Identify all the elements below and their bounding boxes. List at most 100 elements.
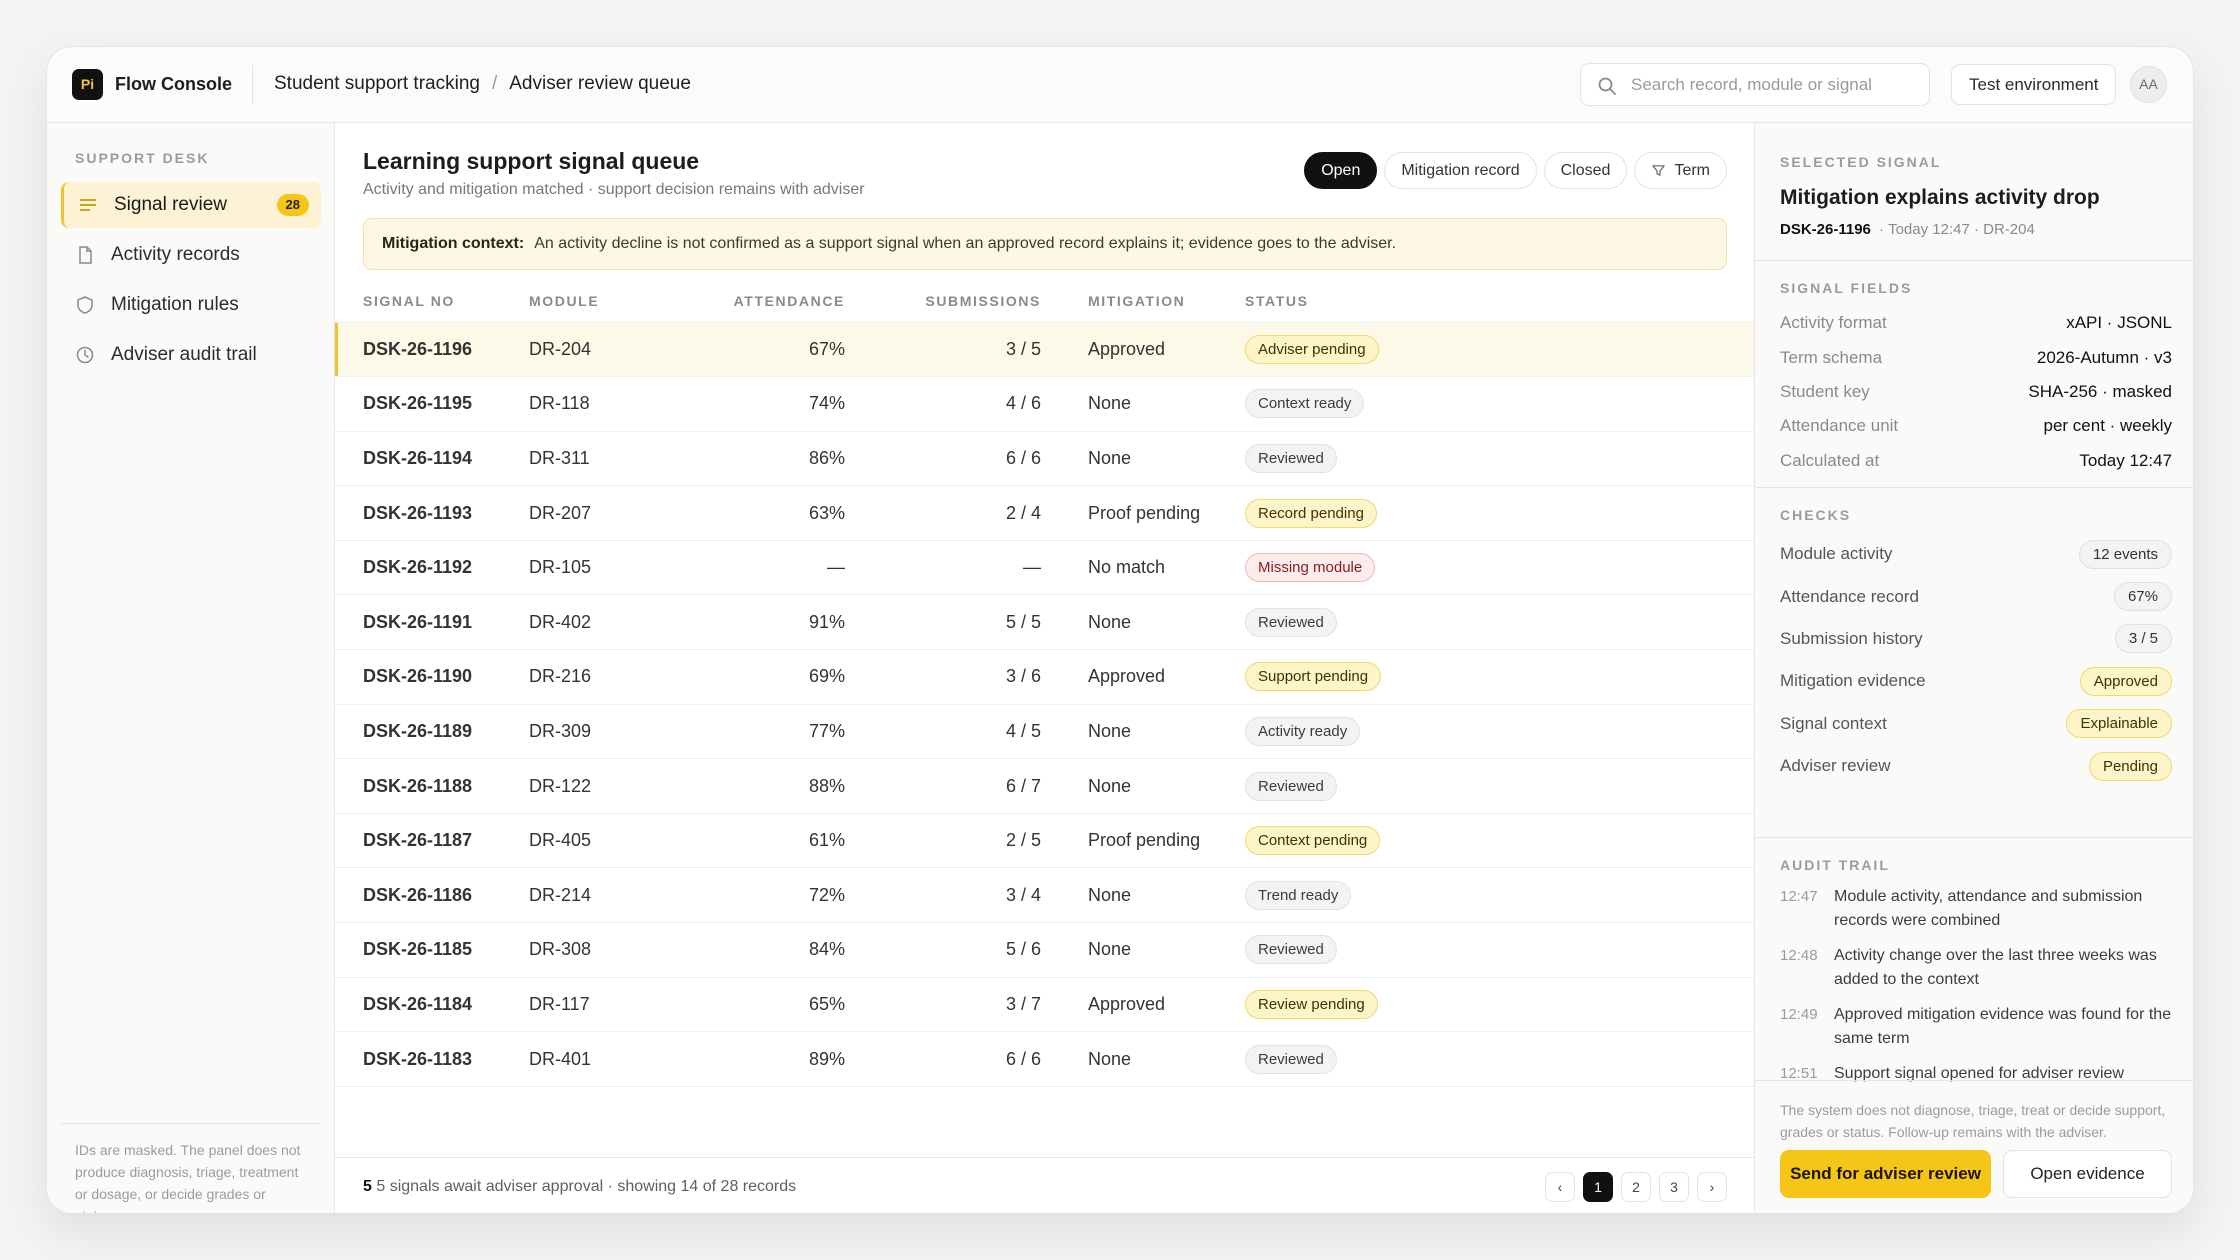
section-label: CHECKS <box>1780 507 1852 523</box>
search-input[interactable] <box>1631 64 1916 105</box>
table-row[interactable]: DSK-26-1187 DR-405 61% 2 / 5 Proof pending Co… <box>335 813 1754 869</box>
table-header: SIGNAL NO MODULE ATTENDANCE SUBMISSIONS … <box>335 281 1754 323</box>
table-row[interactable]: DSK-26-1190 DR-216 69% 3 / 6 Approved Support… <box>335 649 1754 705</box>
app-name[interactable]: Flow Console <box>115 71 232 97</box>
pending-summary: 5 5 signals await adviser approval · sho… <box>363 1175 796 1199</box>
check-label: Module activity <box>1780 544 1893 564</box>
mitigation-cell: None <box>1053 1031 1229 1087</box>
sidebar-item-label: Activity records <box>111 244 240 265</box>
status-badge: Reviewed <box>1245 443 1337 473</box>
table-row[interactable]: DSK-26-1192 DR-105— — No match Missing modul… <box>335 540 1754 596</box>
table-row[interactable]: DSK-26-1193 DR-207 63% 2 / 4 Proof pending Re… <box>335 485 1754 541</box>
table-footer: 5 5 signals await adviser approval · sho… <box>335 1157 1754 1213</box>
attendance-cell: 61% <box>709 813 881 869</box>
pending-summary-text: 5 signals await adviser approval · showi… <box>376 1178 797 1195</box>
prev-page-button[interactable]: ‹ <box>1545 1172 1575 1202</box>
submissions-cell: 4 / 5 <box>881 704 1053 760</box>
module-cell: DR-308 <box>519 922 709 978</box>
signal-fields: Activity format xAPI · JSONL Term schema 20… <box>1780 306 2172 478</box>
attendance-cell: 88% <box>709 758 881 814</box>
filter-closed[interactable]: Closed <box>1543 152 1628 189</box>
status-cell: Adviser pending <box>1229 322 1754 378</box>
attendance-cell: 91% <box>709 594 881 651</box>
table-row[interactable]: DSK-26-1195 DR-118 74% 4 / 6 None Context rea… <box>335 376 1754 432</box>
sidebar-note: IDs are masked. The panel does not produ… <box>75 1142 301 1213</box>
module-cell: DR-214 <box>519 867 709 924</box>
status-badge: Context ready <box>1245 389 1365 419</box>
status-cell: Reviewed <box>1229 594 1754 651</box>
signal-id-cell: DSK-26-1195 <box>335 376 519 432</box>
page-2-button[interactable]: 2 <box>1621 1172 1651 1202</box>
column-header[interactable]: STATUS <box>1229 281 1754 323</box>
table-row[interactable]: DSK-26-1194 DR-311 86% 6 / 6 None Reviewed <box>335 431 1754 487</box>
check-label: Submission history <box>1780 628 1923 648</box>
table-row[interactable]: DSK-26-1196 DR-204 67% 3 / 5 Approved Adviser… <box>335 322 1754 378</box>
sidebar-item-adviser-audit-trail[interactable]: Adviser audit trail <box>61 332 321 378</box>
field-row: Calculated at Today 12:47 <box>1780 444 2172 478</box>
sidebar-item-signal-review[interactable]: Signal review 28 <box>61 182 321 228</box>
check-row: Submission history 3 / 5 <box>1780 618 2172 660</box>
environment-button[interactable]: Test environment <box>1951 64 2117 105</box>
table-row[interactable]: DSK-26-1186 DR-214 72% 3 / 4 None Trend ready <box>335 867 1754 924</box>
open-evidence-button[interactable]: Open evidence <box>2003 1150 2172 1198</box>
signal-id-cell: DSK-26-1186 <box>335 867 519 924</box>
page-3-button[interactable]: 3 <box>1659 1172 1689 1202</box>
table-row[interactable]: DSK-26-1183 DR-401 89% 6 / 6 None Reviewed <box>335 1031 1754 1087</box>
signal-id-cell: DSK-26-1192 <box>335 540 519 596</box>
divider <box>1755 1080 2193 1081</box>
send-for-review-button[interactable]: Send for adviser review <box>1780 1150 1991 1198</box>
status-badge: Trend ready <box>1245 880 1352 910</box>
table-row[interactable]: DSK-26-1191 DR-402 91% 5 / 5 None Reviewed <box>335 594 1754 651</box>
filter-open[interactable]: Open <box>1304 152 1378 189</box>
column-header[interactable]: MITIGATION <box>1053 281 1229 323</box>
column-header[interactable]: MODULE <box>519 281 709 323</box>
table-row[interactable]: DSK-26-1189 DR-309 77% 4 / 5 None Activity re… <box>335 704 1754 760</box>
submissions-cell: 3 / 5 <box>881 322 1053 378</box>
breadcrumb-item[interactable]: Student support tracking <box>274 71 480 97</box>
mitigation-cell: Proof pending <box>1053 813 1229 869</box>
divider <box>1755 260 2193 261</box>
search-box[interactable] <box>1580 63 1930 106</box>
module-cell: DR-207 <box>519 485 709 541</box>
table-row[interactable]: DSK-26-1188 DR-122 88% 6 / 7 None Reviewed <box>335 758 1754 814</box>
field-value: 2026-Autumn · v3 <box>2036 347 2172 367</box>
table-row[interactable]: DSK-26-1184 DR-117 65% 3 / 7 Approved Review … <box>335 977 1754 1033</box>
status-badge: Context pending <box>1245 826 1381 856</box>
filter-chips: Open Mitigation record Closed Term <box>1304 152 1727 189</box>
clock-icon <box>76 346 94 364</box>
main-content: Learning support signal queue Activity a… <box>335 123 1754 1213</box>
page-1-button[interactable]: 1 <box>1583 1172 1613 1202</box>
shield-icon <box>77 296 93 314</box>
selected-meta: DSK-26-1196 · Today 12:47 · DR-204 <box>1780 219 2035 241</box>
avatar[interactable]: AA <box>2130 66 2167 103</box>
status-badge: Support pending <box>1245 662 1382 692</box>
status-badge: Reviewed <box>1245 1044 1337 1074</box>
column-header[interactable]: SIGNAL NO <box>335 281 519 323</box>
check-row: Signal context Explainable <box>1780 703 2172 745</box>
module-cell: DR-105 <box>519 540 709 596</box>
table-row[interactable]: DSK-26-1185 DR-308 84% 5 / 6 None Reviewed <box>335 922 1754 978</box>
sidebar-item-mitigation-rules[interactable]: Mitigation rules <box>61 282 321 328</box>
check-badge: 3 / 5 <box>2114 624 2172 654</box>
context-text: An activity decline is not confirmed as … <box>534 235 1397 252</box>
sidebar: SUPPORT DESK Signal review 28 Activity r… <box>47 123 335 1213</box>
filter-mitigation-record[interactable]: Mitigation record <box>1384 152 1537 189</box>
check-label: Mitigation evidence <box>1780 671 1926 691</box>
filter-term[interactable]: Term <box>1634 152 1727 189</box>
check-badge: Approved <box>2079 666 2172 696</box>
submissions-cell: — <box>881 540 1053 596</box>
sidebar-item-activity-records[interactable]: Activity records <box>61 232 321 278</box>
column-header[interactable]: ATTENDANCE <box>709 281 881 323</box>
submissions-cell: 3 / 7 <box>881 977 1053 1033</box>
selected-signal-id[interactable]: DSK-26-1196 <box>1780 221 1871 238</box>
mitigation-cell: None <box>1053 867 1229 924</box>
submissions-cell: 6 / 6 <box>881 431 1053 487</box>
module-cell: DR-118 <box>519 376 709 432</box>
signal-id-cell: DSK-26-1184 <box>335 977 519 1033</box>
app-logo[interactable]: Pi <box>72 69 103 100</box>
column-header[interactable]: SUBMISSIONS <box>881 281 1053 323</box>
signal-id-cell: DSK-26-1183 <box>335 1031 519 1087</box>
status-cell: Context pending <box>1229 813 1754 869</box>
mitigation-cell: Approved <box>1053 322 1229 378</box>
next-page-button[interactable]: › <box>1697 1172 1727 1202</box>
